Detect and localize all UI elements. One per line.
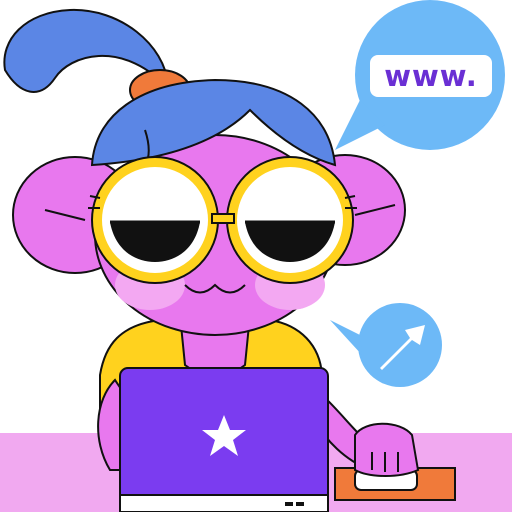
www-text: www. — [384, 58, 478, 93]
illustration: www. — [0, 0, 512, 512]
arrow-up-right-icon — [330, 303, 442, 387]
right-hand — [354, 422, 420, 477]
